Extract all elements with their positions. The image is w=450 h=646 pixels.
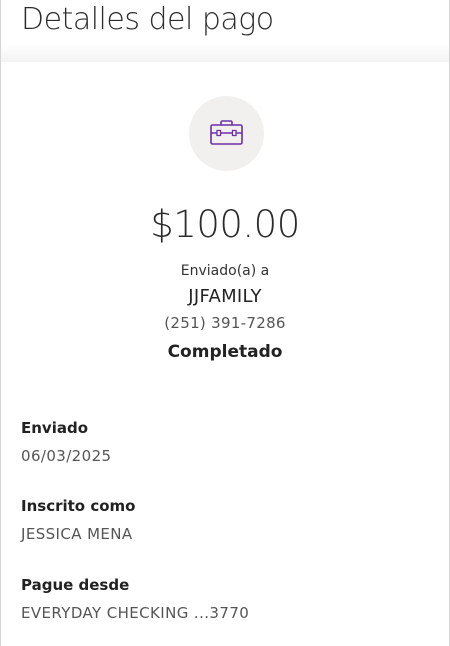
page-title: Detalles del pago bbox=[21, 2, 274, 37]
pay-from-label: Pague desde bbox=[21, 576, 130, 594]
sent-to-label: Enviado(a) a bbox=[180, 263, 270, 279]
sent-date-label: Enviado bbox=[21, 419, 89, 437]
pay-from-value: EVERYDAY CHECKING ...3770 bbox=[21, 604, 250, 622]
payment-amount: $100.00 bbox=[150, 203, 300, 246]
enrolled-as-value: JESSICA MENA bbox=[21, 525, 133, 543]
briefcase-icon bbox=[210, 120, 243, 145]
enrolled-as-label: Inscrito como bbox=[21, 497, 136, 515]
briefcase-icon-badge bbox=[189, 96, 264, 171]
recipient-phone: (251) 391-7286 bbox=[164, 314, 286, 332]
header: Detalles del pago bbox=[1, 0, 449, 62]
sent-date-value: 06/03/2025 bbox=[21, 447, 112, 465]
payment-status: Completado bbox=[167, 342, 283, 362]
recipient-name: JJFAMILY bbox=[188, 286, 262, 307]
